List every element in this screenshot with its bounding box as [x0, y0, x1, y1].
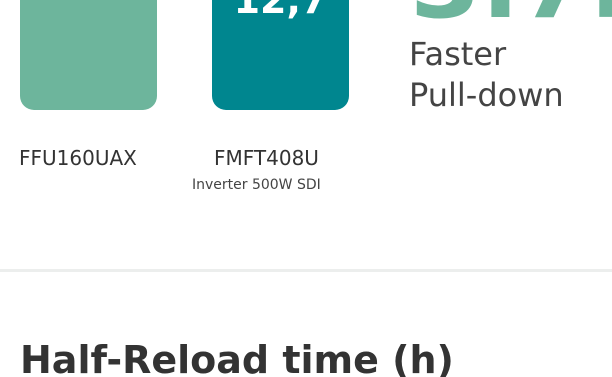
bar-ffu160uax [20, 0, 157, 110]
model-label-fmft408u: FMFT408U [214, 146, 319, 170]
highlight-caption-line2: Pull-down [409, 76, 564, 114]
highlight-number: 3.7h [410, 0, 612, 38]
bar-value-fmft408u: 12,7 [233, 0, 328, 22]
section-divider [0, 269, 612, 272]
highlight-caption-line1: Faster [409, 35, 507, 73]
section-title: Half-Reload time (h) [20, 338, 454, 377]
model-sublabel-fmft408u: Inverter 500W SDI [192, 177, 321, 193]
bar-fmft408u: 12,7 [212, 0, 349, 110]
model-label-ffu160uax: FFU160UAX [19, 146, 137, 170]
highlight-caption: Faster Pull-down [409, 34, 609, 116]
comparison-panel: 12,7 3.7h Faster Pull-down FFU160UAX FMF… [0, 0, 612, 377]
